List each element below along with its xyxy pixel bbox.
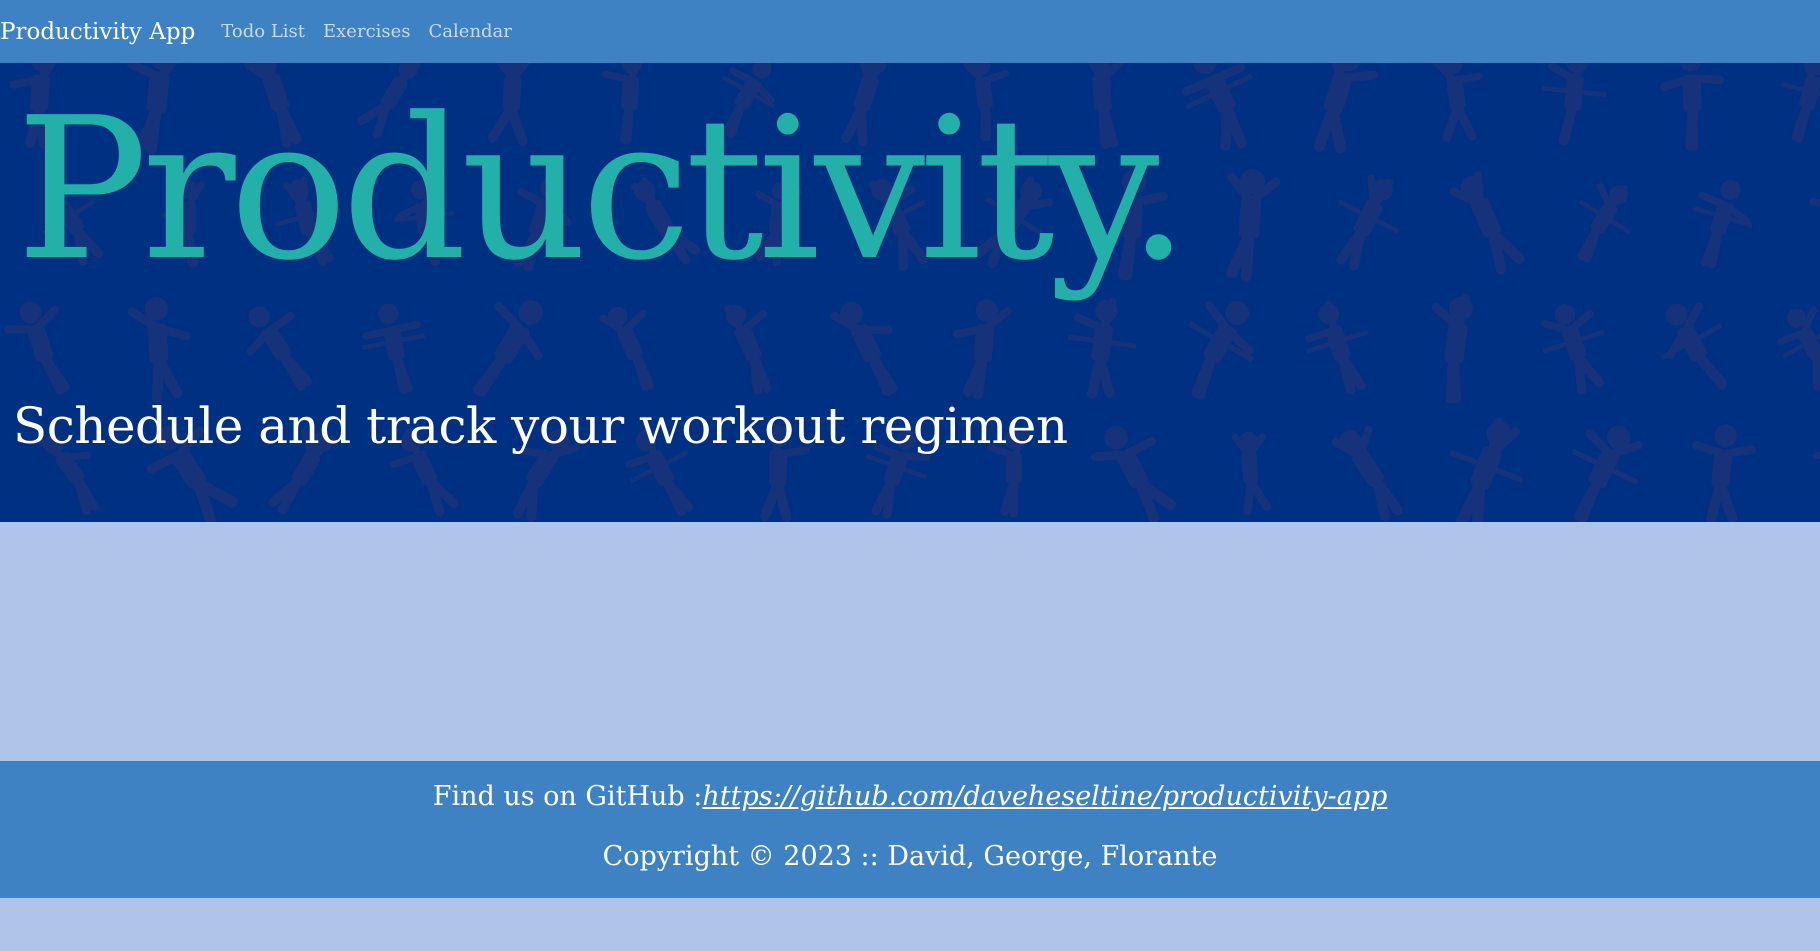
nav-link-todo-list[interactable]: Todo List bbox=[221, 21, 305, 42]
top-navbar: Productivity App Todo List Exercises Cal… bbox=[0, 0, 1820, 63]
footer-github-line: Find us on GitHub :https://github.com/da… bbox=[0, 781, 1820, 812]
brand-link[interactable]: Productivity App bbox=[0, 19, 195, 45]
github-link[interactable]: https://github.com/daveheseltine/product… bbox=[702, 781, 1387, 812]
nav-link-calendar[interactable]: Calendar bbox=[429, 21, 512, 42]
footer-github-label: Find us on GitHub : bbox=[432, 781, 703, 812]
footer-copyright: Copyright © 2023 :: David, George, Flora… bbox=[602, 841, 1218, 872]
page-bottom-area bbox=[0, 898, 1820, 951]
main-content-area bbox=[0, 522, 1820, 761]
footer: Find us on GitHub :https://github.com/da… bbox=[0, 761, 1820, 898]
hero-banner: Productivity. Schedule and track your wo… bbox=[0, 63, 1820, 522]
nav-link-exercises[interactable]: Exercises bbox=[323, 21, 411, 42]
hero-subtitle: Schedule and track your workout regimen bbox=[13, 397, 1068, 455]
hero-title: Productivity. bbox=[16, 76, 1190, 304]
